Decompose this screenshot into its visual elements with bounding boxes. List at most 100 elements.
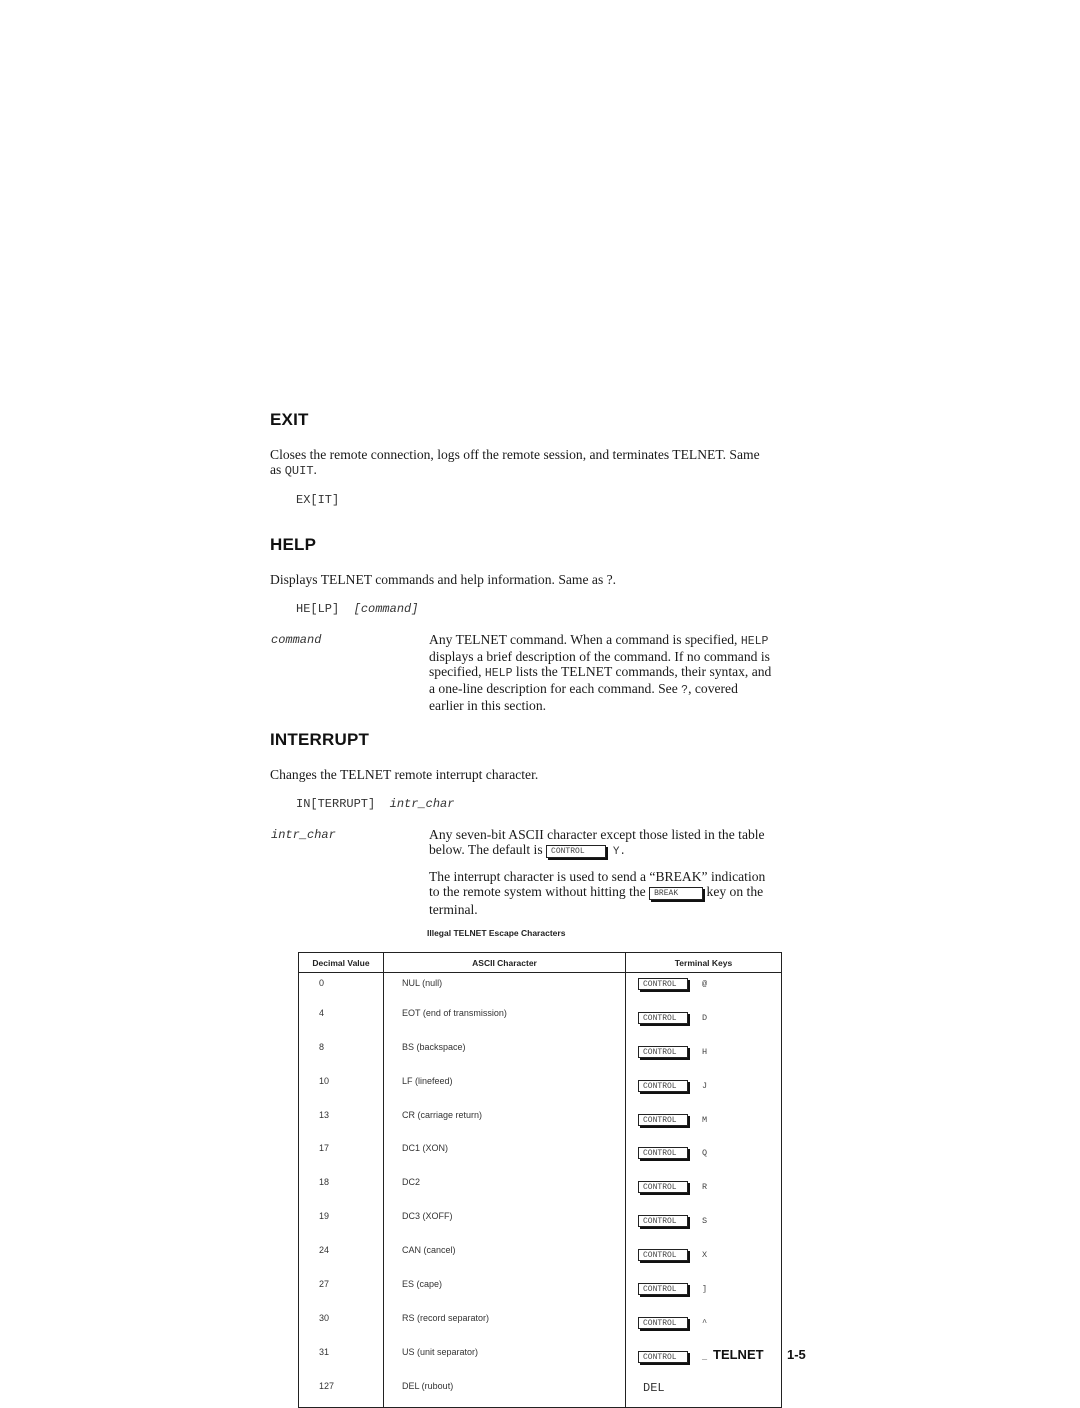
interrupt-syntax: IN[TERRUPT] intr_char <box>296 797 454 811</box>
ascii-character-cell: CR (carriage return) <box>383 1105 626 1140</box>
interrupt-syntax-command: IN[TERRUPT] <box>296 797 376 811</box>
help-syntax-command: HE[LP] <box>296 602 340 616</box>
table-row: 10 LF (linefeed) CONTROL J <box>298 1071 782 1106</box>
note-suffix: key on the <box>703 884 764 899</box>
help-param-text: lists the TELNET commands, their syntax,… <box>512 664 772 679</box>
decimal-value-cell: 31 <box>298 1342 384 1377</box>
exit-syntax: EX[IT] <box>296 493 340 507</box>
key-character: J <box>702 1080 708 1091</box>
key-character: Q <box>702 1148 708 1159</box>
help-param-name: command <box>271 633 322 647</box>
control-key-icon: CONTROL <box>638 1045 688 1058</box>
terminal-keys-cell: CONTROL] <box>626 1275 782 1309</box>
terminal-keys-cell: CONTROL Q <box>626 1139 782 1173</box>
ascii-character-cell: NUL (null) <box>383 972 626 1004</box>
decimal-value-cell: 13 <box>298 1105 384 1140</box>
help-heading: HELP <box>270 535 317 554</box>
control-key-icon: CONTROL <box>638 1215 688 1228</box>
key-character: @ <box>702 979 708 989</box>
note-prefix: to the remote system without hitting the <box>429 884 650 899</box>
header-decimal-value: Decimal Value <box>298 952 384 973</box>
control-key-icon: CONTROL <box>638 1283 688 1296</box>
key-character: R <box>702 1182 708 1193</box>
key-character: S <box>702 1216 708 1227</box>
interrupt-param-description: Any seven-bit ASCII character except tho… <box>429 827 819 860</box>
control-key-icon: CONTROL <box>638 1350 688 1363</box>
terminal-keys-cell: DEL <box>626 1377 782 1407</box>
help-param-text: a one-line description for each command.… <box>429 681 682 696</box>
help-param-code: HELP <box>740 635 769 648</box>
exit-desc-prefix: as <box>270 462 285 477</box>
ascii-character-cell: EOT (end of transmission) <box>383 1003 626 1038</box>
exit-description: Closes the remote connection, logs off t… <box>270 447 815 479</box>
interrupt-param-name: intr_char <box>271 828 336 842</box>
terminal-keys-cell: CONTROL M <box>626 1106 782 1140</box>
ascii-character-cell: LF (linefeed) <box>383 1071 626 1106</box>
exit-desc-suffix: . <box>313 462 317 477</box>
ascii-character-cell: DC3 (XOFF) <box>383 1207 626 1242</box>
terminal-keys-cell: CONTROL @ <box>626 973 782 1004</box>
terminal-keys-cell: CONTROL S <box>626 1207 782 1241</box>
exit-desc-line1: Closes the remote connection, logs off t… <box>270 447 760 462</box>
decimal-value-cell: 18 <box>298 1173 384 1208</box>
terminal-keys-cell: CONTROL H <box>626 1038 782 1072</box>
table-row: 27 ES (cape) CONTROL] <box>298 1275 782 1309</box>
table-row: 0 NUL (null) CONTROL @ <box>298 972 782 1004</box>
table-row: 19 DC3 (XOFF) CONTROL S <box>298 1207 782 1242</box>
interrupt-note-line1: The interrupt character is used to send … <box>429 869 766 884</box>
table-row: 18 DC2 CONTROL R <box>298 1173 782 1208</box>
default-prefix: below. The default is <box>429 842 547 857</box>
help-param-line: earlier in this section. <box>429 698 819 713</box>
table-row: 30 RS (record separator) CONTROL ^ <box>298 1308 782 1343</box>
terminal-keys-cell: CONTROL ^ <box>626 1309 782 1343</box>
exit-desc-line2: as QUIT. <box>270 462 815 479</box>
help-param-line: specified, HELP lists the TELNET command… <box>429 664 819 681</box>
interrupt-param-line1: Any seven-bit ASCII character except tho… <box>429 827 765 842</box>
help-param-text: displays a brief description of the comm… <box>429 649 770 664</box>
control-key-icon: CONTROL <box>638 1113 688 1126</box>
decimal-value-cell: 19 <box>298 1207 384 1242</box>
table-row: 31 US (unit separator) CONTROL _ <box>298 1342 782 1377</box>
decimal-value-cell: 30 <box>298 1308 384 1343</box>
terminal-keys-cell: CONTROL X <box>626 1241 782 1275</box>
key-character: _ <box>702 1351 708 1362</box>
break-key-icon: BREAK <box>649 887 704 900</box>
help-description: Displays TELNET commands and help inform… <box>270 572 617 587</box>
ascii-character-cell: ES (cape) <box>383 1275 626 1309</box>
help-param-text: , covered <box>688 681 738 696</box>
interrupt-heading: INTERRUPT <box>270 730 370 749</box>
help-param-description: Any TELNET command. When a command is sp… <box>429 632 819 713</box>
table-row: 17 DC1 (XON) CONTROL Q <box>298 1139 782 1174</box>
help-param-text: specified, <box>429 664 485 679</box>
key-character: ] <box>702 1284 708 1295</box>
control-key-icon: CONTROL <box>638 1181 688 1194</box>
interrupt-note-line3: terminal. <box>429 902 478 917</box>
key-character: ^ <box>702 1317 708 1328</box>
help-syntax: HE[LP] [command] <box>296 602 418 616</box>
table-row: 4 EOT (end of transmission) CONTROL D <box>298 1003 782 1038</box>
control-key-icon: CONTROL <box>638 1011 688 1024</box>
escape-characters-table: Decimal Value ASCII Character Terminal K… <box>298 952 782 1408</box>
ascii-character-cell: DC1 (XON) <box>383 1139 626 1174</box>
help-param-line: a one-line description for each command.… <box>429 681 819 698</box>
control-key-icon: CONTROL <box>638 978 688 990</box>
table-row: 13 CR (carriage return) CONTROL M <box>298 1105 782 1140</box>
key-character: X <box>702 1250 708 1261</box>
table-row: 127 DEL (rubout) DEL <box>298 1376 782 1408</box>
key-character: D <box>702 1012 708 1023</box>
footer-section-name: TELNET <box>713 1347 764 1362</box>
interrupt-description: Changes the TELNET remote interrupt char… <box>270 767 539 782</box>
decimal-value-cell: 127 <box>298 1376 384 1408</box>
help-param-text: earlier in this section. <box>429 698 547 713</box>
interrupt-param-line2: below. The default is CONTROL Y. <box>429 842 819 860</box>
key-character: H <box>702 1046 708 1057</box>
exit-heading: EXIT <box>270 410 309 429</box>
control-key-icon: CONTROL <box>638 1079 688 1092</box>
decimal-value-cell: 0 <box>298 972 384 1004</box>
header-terminal-keys: Terminal Keys <box>625 952 782 973</box>
decimal-value-cell: 8 <box>298 1037 384 1072</box>
interrupt-syntax-param: intr_char <box>389 797 455 811</box>
ascii-character-cell: RS (record separator) <box>383 1308 626 1343</box>
interrupt-note: The interrupt character is used to send … <box>429 869 819 917</box>
help-syntax-param: [command] <box>353 602 419 616</box>
